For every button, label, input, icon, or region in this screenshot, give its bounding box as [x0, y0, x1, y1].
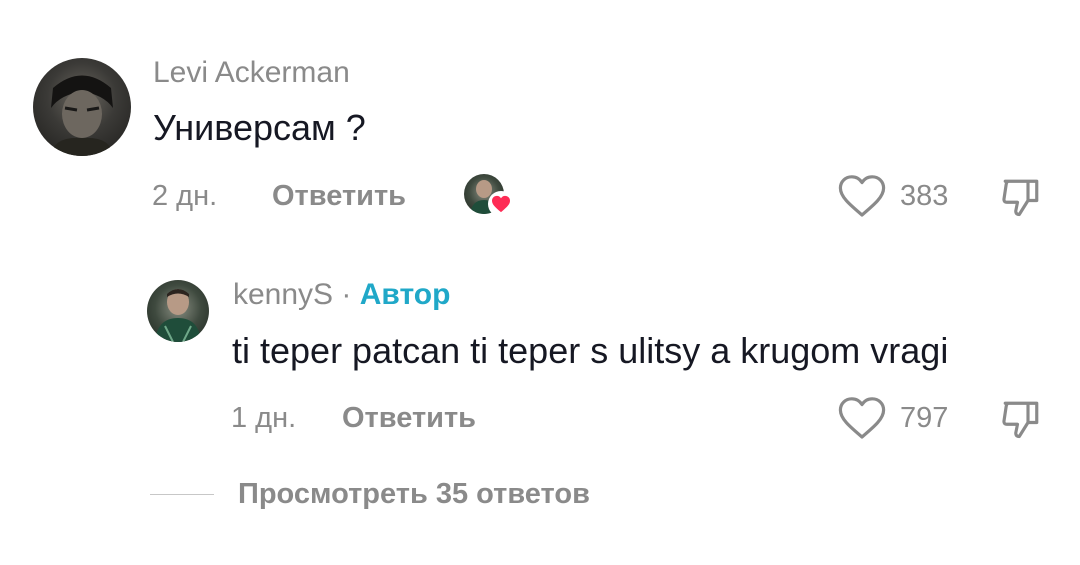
view-replies-label: Просмотреть 35 ответов: [238, 478, 590, 510]
author-badge: Автор: [359, 278, 451, 311]
like-button[interactable]: 383: [838, 174, 948, 218]
username[interactable]: kennyS: [233, 278, 333, 311]
reply-comment-kennys: kennyS · Автор ti teper patcan ti teper …: [0, 260, 1080, 450]
comment-text: ti teper patcan ti teper s ulitsy a krug…: [232, 330, 949, 371]
avatar-image: [155, 289, 201, 342]
thumbs-down-icon: [1002, 179, 1039, 217]
heart-outline-icon: [838, 175, 886, 217]
reply-button[interactable]: Ответить: [272, 180, 406, 213]
username-line: kennyS · Автор: [233, 278, 450, 312]
reply-button[interactable]: Ответить: [342, 402, 476, 435]
comment-text: Универсам ?: [153, 107, 366, 148]
comments-section: Levi Ackerman Универсам ? 2 дн. Ответить…: [0, 0, 1080, 565]
thumbs-down-icon: [1002, 401, 1039, 439]
username[interactable]: Levi Ackerman: [153, 56, 350, 90]
like-count: 383: [900, 179, 949, 212]
divider: [150, 494, 214, 495]
avatar[interactable]: [147, 280, 209, 342]
comment-levi: Levi Ackerman Универсам ? 2 дн. Ответить…: [0, 0, 1080, 235]
heart-outline-icon: [838, 397, 886, 439]
dislike-button[interactable]: [1000, 176, 1042, 223]
creator-liked-badge: [488, 191, 514, 217]
separator: ·: [341, 278, 352, 311]
avatar-image: [51, 75, 113, 156]
like-button[interactable]: 797: [838, 396, 948, 440]
view-replies-button[interactable]: Просмотреть 35 ответов: [150, 478, 590, 511]
like-count: 797: [900, 401, 949, 434]
timestamp: 2 дн.: [152, 180, 218, 212]
avatar[interactable]: [33, 58, 131, 156]
timestamp: 1 дн.: [231, 402, 297, 434]
dislike-button[interactable]: [1000, 398, 1042, 445]
heart-filled-icon: [492, 195, 510, 213]
